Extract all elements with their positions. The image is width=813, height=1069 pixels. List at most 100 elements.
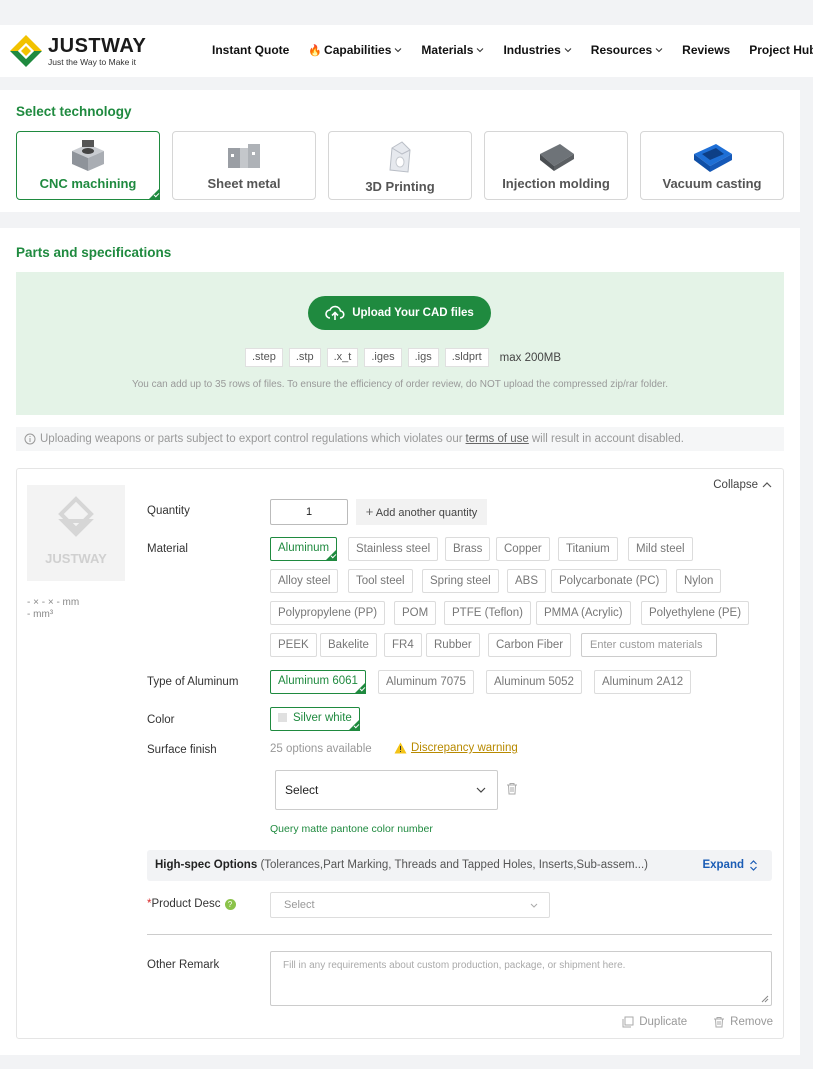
tech-3d-printing[interactable]: 3D Printing — [328, 131, 472, 200]
terms-of-use-link[interactable]: terms of use — [466, 427, 529, 451]
high-spec-options[interactable]: High-spec Options (Tolerances,Part Marki… — [147, 850, 772, 881]
type-option[interactable]: Aluminum 2A12 — [594, 670, 692, 694]
nav-reviews[interactable]: Reviews — [682, 43, 730, 57]
material-option[interactable]: Copper — [496, 537, 550, 561]
technology-title: Select technology — [16, 104, 132, 119]
collapse-button[interactable]: Collapse — [713, 479, 773, 491]
material-option[interactable]: Mild steel — [628, 537, 693, 561]
chevron-up-icon — [762, 482, 772, 488]
cloud-upload-icon — [325, 305, 345, 320]
material-option[interactable]: FR4 — [384, 633, 422, 657]
color-option-silver-white[interactable]: Silver white — [270, 707, 360, 731]
material-option[interactable]: Tool steel — [348, 569, 413, 593]
material-option[interactable]: Polypropylene (PP) — [270, 601, 386, 625]
color-label: Color — [147, 714, 175, 726]
type-label: Type of Aluminum — [147, 676, 239, 688]
type-option-6061[interactable]: Aluminum 6061 — [270, 670, 366, 694]
surface-label: Surface finish — [147, 744, 217, 756]
surface-finish-select[interactable]: Select — [275, 770, 498, 810]
chevron-down-icon — [476, 787, 486, 793]
ext-badge: .igs — [407, 348, 439, 367]
material-option[interactable]: Alloy steel — [270, 569, 339, 593]
logo[interactable]: JUSTWAY Just the Way to Make it — [8, 33, 146, 69]
nav-instant-quote[interactable]: Instant Quote — [212, 43, 289, 57]
material-option[interactable]: Rubber — [426, 633, 480, 657]
type-option[interactable]: Aluminum 7075 — [378, 670, 474, 694]
tech-injection-molding[interactable]: Injection molding — [484, 131, 628, 200]
chevron-down-icon — [655, 48, 663, 53]
tech-label: Sheet metal — [207, 176, 281, 191]
add-quantity-button[interactable]: + Add another quantity — [356, 499, 487, 525]
part-dimensions: - × - × - mm - mm³ — [27, 597, 80, 620]
pantone-link[interactable]: Query matte pantone color number — [270, 823, 433, 835]
material-option[interactable]: Nylon — [676, 569, 722, 593]
ext-badge: .sldprt — [444, 348, 489, 367]
material-option[interactable]: ABS — [507, 569, 547, 593]
tech-label: Injection molding — [502, 176, 610, 191]
duplicate-icon — [622, 1016, 634, 1028]
remark-textarea[interactable]: Fill in any requirements about custom pr… — [270, 951, 772, 1006]
material-option[interactable]: Polyethylene (PE) — [641, 601, 750, 625]
flame-icon: 🔥 — [308, 44, 323, 57]
remark-label: Other Remark — [147, 959, 220, 971]
custom-material-input[interactable]: Enter custom materials — [581, 633, 717, 657]
material-option[interactable]: Polycarbonate (PC) — [551, 569, 668, 593]
cnc-part-icon — [72, 140, 104, 171]
site-header: JUSTWAY Just the Way to Make it Instant … — [0, 25, 813, 77]
duplicate-button[interactable]: Duplicate — [622, 1016, 687, 1028]
surface-count: 25 options available — [270, 743, 372, 755]
upload-cad-button[interactable]: Upload Your CAD files — [308, 296, 491, 330]
material-option[interactable]: POM — [394, 601, 437, 625]
part-thumbnail: JUSTWAY — [27, 485, 125, 581]
expand-button[interactable]: Expand — [702, 850, 758, 881]
justway-logo-icon — [10, 35, 42, 67]
part-actions: Duplicate Remove — [596, 1016, 773, 1028]
vacuum-cast-icon — [694, 144, 732, 172]
justway-placeholder-icon: JUSTWAY — [45, 496, 107, 566]
resize-handle-icon[interactable] — [761, 995, 769, 1003]
ext-badge: .step — [245, 348, 283, 367]
tech-label: Vacuum casting — [662, 176, 762, 191]
material-option[interactable]: Titanium — [558, 537, 618, 561]
brand-slogan: Just the Way to Make it — [48, 57, 137, 67]
info-icon — [24, 433, 36, 445]
technology-card: Select technology CNC machining Sheet me… — [0, 90, 800, 212]
material-option[interactable]: Carbon Fiber — [488, 633, 572, 657]
parts-card: Parts and specifications Upload Your CAD… — [0, 228, 800, 1055]
product-desc-select[interactable]: Select — [270, 892, 550, 918]
remove-button[interactable]: Remove — [713, 1016, 773, 1028]
material-option[interactable]: Spring steel — [422, 569, 499, 593]
divider — [147, 934, 772, 935]
material-option[interactable]: Stainless steel — [348, 537, 439, 561]
tech-label: 3D Printing — [365, 179, 435, 194]
material-option[interactable]: PTFE (Teflon) — [444, 601, 531, 625]
chevron-down-icon — [395, 48, 402, 53]
discrepancy-warning-link[interactable]: Discrepancy warning — [394, 742, 518, 754]
material-option[interactable]: PEEK — [270, 633, 317, 657]
type-option[interactable]: Aluminum 5052 — [486, 670, 582, 694]
nav-materials[interactable]: Materials — [421, 43, 484, 57]
quantity-input[interactable]: 1 — [270, 499, 348, 525]
material-option[interactable]: PMMA (Acrylic) — [536, 601, 631, 625]
nav-project-hub[interactable]: Project Hub — [749, 43, 813, 57]
selected-check-icon — [148, 188, 160, 200]
tech-vacuum-casting[interactable]: Vacuum casting — [640, 131, 784, 200]
warning-icon — [394, 742, 407, 754]
tech-cnc-machining[interactable]: CNC machining — [16, 131, 160, 200]
brand-name: JUSTWAY — [48, 35, 147, 57]
nav-capabilities[interactable]: 🔥 Capabilities — [308, 43, 402, 57]
main-nav: Instant Quote 🔥 Capabilities Materials I… — [212, 43, 813, 57]
material-option-aluminum[interactable]: Aluminum — [270, 537, 338, 561]
svg-text:JUSTWAY: JUSTWAY — [45, 551, 107, 566]
nav-resources[interactable]: Resources — [591, 43, 663, 57]
file-extensions: .step .stp .x_t .iges .igs .sldprt max 2… — [245, 348, 561, 367]
chevron-down-icon — [477, 48, 484, 53]
tech-sheet-metal[interactable]: Sheet metal — [172, 131, 316, 200]
chevron-down-icon — [564, 48, 572, 53]
material-option[interactable]: Bakelite — [320, 633, 377, 657]
trash-icon[interactable] — [506, 782, 518, 795]
help-icon[interactable]: ? — [224, 898, 236, 910]
material-option[interactable]: Brass — [445, 537, 491, 561]
nav-industries[interactable]: Industries — [503, 43, 572, 57]
upload-dropzone[interactable]: Upload Your CAD files .step .stp .x_t .i… — [16, 272, 784, 415]
